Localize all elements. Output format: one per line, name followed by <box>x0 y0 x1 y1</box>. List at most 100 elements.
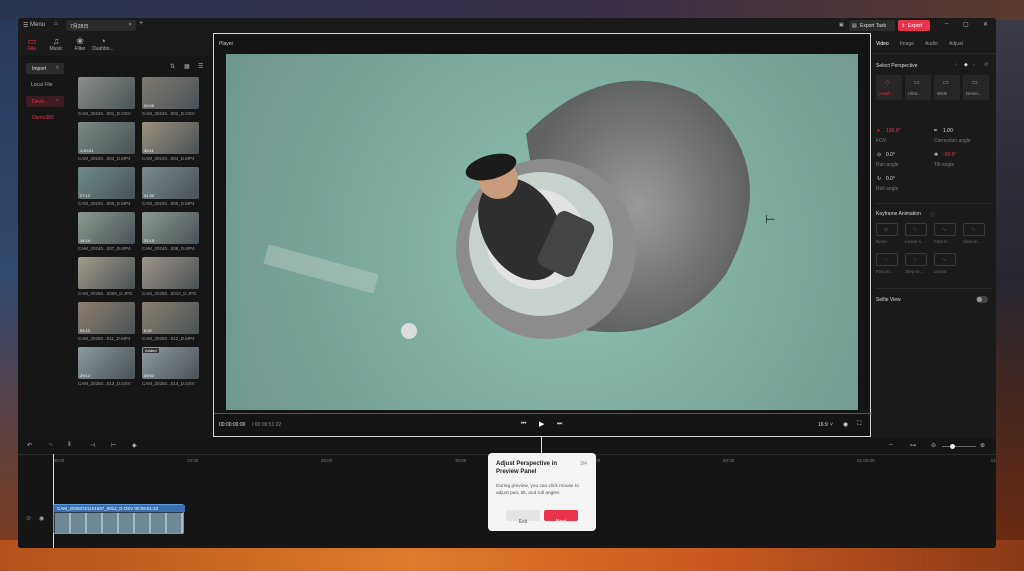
menu-button[interactable]: Menu <box>30 22 45 28</box>
media-thumbnail[interactable] <box>78 257 135 289</box>
timeline-clip[interactable]: CAM_20250721101637_0014_D.OSV 00:09:51:2… <box>53 504 185 534</box>
duration-badge: 27:12 <box>80 193 91 198</box>
keyframe-curve-option[interactable]: ∿ <box>963 223 985 236</box>
media-thumbnail[interactable]: 0:02 <box>142 302 199 334</box>
media-thumbnail[interactable]: 27:12 <box>78 167 135 199</box>
device-item[interactable]: Devic... ˄ <box>26 96 64 107</box>
osmo360-device-item[interactable]: Osmo360 <box>32 115 54 121</box>
media-thumbnail[interactable]: 30:11 <box>142 122 199 154</box>
media-thumbnail[interactable]: 01:13 <box>78 302 135 334</box>
chevron-down-icon[interactable]: ˅ <box>830 422 833 428</box>
media-filename: CAM_20240...003_D.MP4 <box>78 156 131 161</box>
tab-adjust[interactable]: Adjust <box>949 41 963 47</box>
grid-view-icon[interactable]: ▦ <box>184 63 190 70</box>
chevron-left-icon[interactable]: ‹ <box>955 62 957 68</box>
import-button[interactable]: Import ˄ <box>26 63 64 74</box>
curve-icon: ∿ <box>913 257 918 263</box>
reset-icon[interactable]: ↺ <box>984 62 988 68</box>
media-thumbnail[interactable]: 1:20:21 <box>78 122 135 154</box>
next-button[interactable]: Next <box>544 510 578 525</box>
perspective-label: Autof... <box>879 91 894 96</box>
tab-music[interactable]: ♫ Music <box>44 36 68 54</box>
media-thumbnail[interactable] <box>78 77 135 109</box>
track-visibility-icon[interactable]: ◉ <box>39 515 44 522</box>
undo-icon[interactable]: ↶ <box>27 442 32 449</box>
exit-button[interactable]: Exit <box>506 510 540 525</box>
keyframe-curve-option[interactable]: ∿ <box>905 223 927 236</box>
media-thumbnail[interactable] <box>142 257 199 289</box>
duration-badge: 0:02 <box>144 328 152 333</box>
trim-left-icon[interactable]: ⊣ <box>90 442 95 449</box>
keyframe-curve-option[interactable]: ∿ <box>934 223 956 236</box>
maximize-icon[interactable]: ▢ <box>963 21 969 28</box>
pan-value[interactable]: 0.0° <box>886 152 895 158</box>
tab-audio[interactable]: Audio <box>925 41 938 47</box>
close-window-icon[interactable]: ✕ <box>983 21 988 28</box>
split-icon[interactable]: ⫴ <box>68 442 71 449</box>
selfie-view-toggle[interactable] <box>976 296 988 303</box>
ruler-tick-label: 10:00 <box>187 458 199 463</box>
chevron-right-icon[interactable]: › <box>973 62 975 68</box>
tab-filter[interactable]: ❀ Filter <box>68 36 92 54</box>
keyframe-curve-option[interactable]: ∿ <box>934 253 956 266</box>
tab-image[interactable]: Image <box>900 41 914 47</box>
home-icon[interactable]: ⌂ <box>54 21 58 27</box>
perspective-option[interactable]: ▭ Deser... <box>963 75 989 100</box>
close-tab-icon[interactable]: ✕ <box>128 22 132 28</box>
fullscreen-icon[interactable]: ⛶ <box>857 421 861 428</box>
correction-value[interactable]: 1.00 <box>943 128 953 134</box>
play-icon[interactable]: ▶ <box>539 420 544 428</box>
media-thumbnail[interactable]: 09:52 Added <box>142 347 199 379</box>
perspective-option[interactable]: ◇ Autof... <box>876 75 902 100</box>
add-tab-icon[interactable]: + <box>139 20 143 27</box>
media-thumbnail[interactable]: 31:13 <box>142 212 199 244</box>
zoom-slider[interactable] <box>942 444 976 449</box>
export-button[interactable]: ⇪ Export <box>898 20 930 31</box>
redo-icon[interactable]: ↷ <box>48 442 53 449</box>
tooltip-connector <box>541 436 542 453</box>
curve-icon: ∿ <box>884 257 889 263</box>
fit-icon[interactable]: ⇔ <box>888 442 894 448</box>
menu-icon[interactable]: ☰ <box>23 22 28 29</box>
trim-right-icon[interactable]: ⊢ <box>111 442 116 449</box>
clip-thumbnails <box>55 513 183 533</box>
video-preview[interactable]: ⊥ <box>226 54 858 410</box>
snap-icon[interactable]: ⊶ <box>910 442 916 449</box>
keyframe-curve-option[interactable]: ∿ <box>905 253 927 266</box>
sort-icon[interactable]: ⇅ <box>170 63 175 70</box>
media-thumbnail[interactable]: 00:08 <box>142 77 199 109</box>
info-icon[interactable]: ⓘ <box>930 211 935 218</box>
media-thumbnail[interactable]: 01:30 <box>142 167 199 199</box>
chevron-up-icon: ˄ <box>56 65 59 71</box>
project-tab[interactable]: 7月28日 ✕ <box>66 20 136 31</box>
tab-dashboard[interactable]: ◔ Dashbo... <box>91 36 115 54</box>
perspective-option[interactable]: ▭ Wide <box>934 75 960 100</box>
aspect-ratio-select[interactable]: 16:9 <box>818 422 828 428</box>
keyframe-curve-option[interactable]: ∿ <box>876 253 898 266</box>
media-category-tabs: ▭ File ♫ Music ❀ Filter ◔ Dashbo... <box>18 33 212 55</box>
next-frame-icon[interactable]: ⏭ <box>557 421 562 428</box>
playhead-bar[interactable] <box>214 413 872 414</box>
media-thumbnail[interactable]: 14:14 <box>78 212 135 244</box>
snapshot-icon[interactable]: ◉ <box>843 421 848 428</box>
add-keyframe-icon[interactable]: ◆ <box>964 62 968 68</box>
zoom-out-icon[interactable]: ⊖ <box>931 442 936 449</box>
tilt-value[interactable]: -90.0° <box>943 152 956 158</box>
keyframe-icon[interactable]: ◈ <box>132 442 137 449</box>
layout-icon[interactable]: ▣ <box>839 22 844 28</box>
tab-file[interactable]: ▭ File <box>20 36 44 54</box>
list-view-icon[interactable]: ☰ <box>198 63 203 70</box>
export-task-button[interactable]: ▤ Export Task <box>849 20 895 31</box>
track-lock-icon[interactable]: ⊘ <box>26 515 31 522</box>
fov-value[interactable]: 138.0° <box>886 128 901 134</box>
tab-video[interactable]: Video <box>876 41 889 47</box>
previous-frame-icon[interactable]: ⏮ <box>521 421 526 428</box>
filter-icon: ❀ <box>76 36 84 46</box>
keyframe-curve-option[interactable]: ⊘ <box>876 223 898 236</box>
local-file-item[interactable]: Local File <box>31 82 52 88</box>
zoom-in-icon[interactable]: ⊕ <box>980 442 985 449</box>
minimize-icon[interactable]: – <box>945 21 948 27</box>
roll-value[interactable]: 0.0° <box>886 176 895 182</box>
media-thumbnail[interactable]: 29:12 <box>78 347 135 379</box>
perspective-option[interactable]: ▭ Ultra... <box>905 75 931 100</box>
